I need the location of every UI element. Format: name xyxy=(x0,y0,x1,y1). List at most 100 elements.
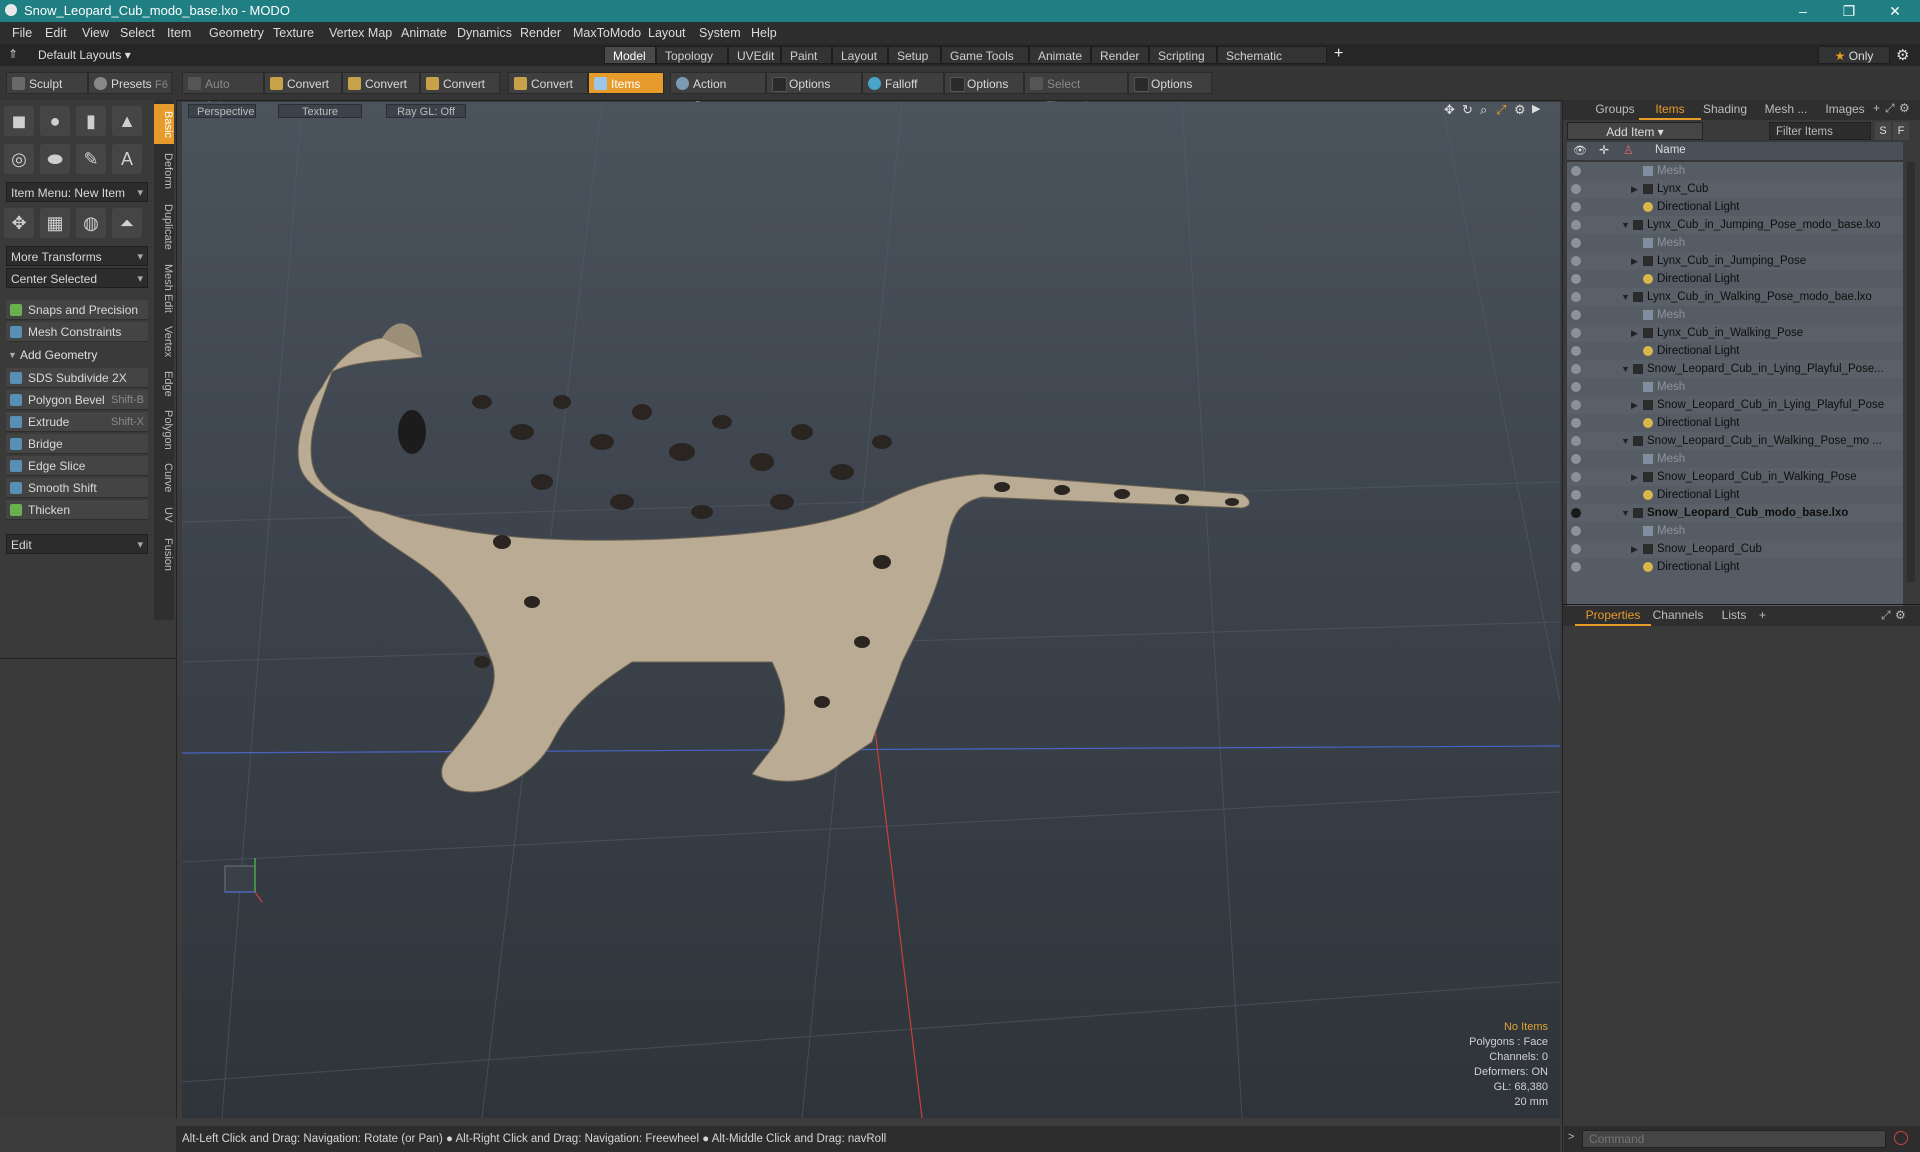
edit-dropdown[interactable]: Edit xyxy=(6,534,148,555)
perspective-icon[interactable]: ⏶ xyxy=(112,208,142,238)
item-row[interactable]: Mesh xyxy=(1567,450,1903,468)
item-row[interactable]: ▼ Lynx_Cub_in_Jumping_Pose_modo_base.lxo xyxy=(1567,216,1903,234)
tab-topology[interactable]: Topology xyxy=(656,46,728,64)
visibility-eye-icon[interactable] xyxy=(1571,526,1581,536)
visibility-eye-icon[interactable] xyxy=(1571,562,1581,572)
name-column-header[interactable]: Name xyxy=(1655,144,1686,156)
expand-icon[interactable]: ▶ xyxy=(1532,102,1540,115)
item-row[interactable]: Mesh xyxy=(1567,522,1903,540)
fit-icon[interactable]: ⤢ xyxy=(1496,102,1506,118)
item-row[interactable]: ▼ Snow_Leopard_Cub_modo_base.lxo xyxy=(1567,504,1903,522)
vtab-edge[interactable]: Edge xyxy=(154,366,174,402)
add-tab-button[interactable]: + xyxy=(1334,45,1343,63)
maximize-panel-icon[interactable]: ⤢ xyxy=(1885,101,1895,116)
pan-icon[interactable]: ✥ xyxy=(1444,102,1455,118)
menu-select[interactable]: Select xyxy=(120,26,155,40)
add-properties-tab[interactable]: + xyxy=(1759,608,1766,622)
filter-s-button[interactable]: S xyxy=(1875,122,1891,140)
viewport-gear-icon[interactable]: ⚙ xyxy=(1514,102,1526,118)
maximize-button[interactable]: ❐ xyxy=(1826,0,1872,22)
visibility-eye-icon[interactable] xyxy=(1571,490,1581,500)
item-row[interactable]: Mesh xyxy=(1567,162,1903,180)
action-center-button[interactable]: Action Center xyxy=(670,72,766,113)
select-through-button[interactable]: Select Through xyxy=(1024,72,1128,113)
item-row[interactable]: ▶ Snow_Leopard_Cub xyxy=(1567,540,1903,558)
item-row[interactable]: ▶ Snow_Leopard_Cub_in_Walking_Pose xyxy=(1567,468,1903,486)
convert-vertex-button[interactable]: Convert xyxy=(264,72,342,94)
convert-polygon-button[interactable]: Convert xyxy=(420,72,500,94)
close-button[interactable]: ✕ xyxy=(1872,0,1918,22)
menu-geometry[interactable]: Geometry xyxy=(209,26,264,40)
tab-render[interactable]: Render xyxy=(1091,46,1149,64)
tab-scripting[interactable]: Scripting xyxy=(1149,46,1217,64)
vtab-polygon[interactable]: Polygon xyxy=(154,404,174,456)
cube-icon[interactable]: ◼ xyxy=(4,106,34,136)
convert-material-button[interactable]: Convert xyxy=(508,72,588,94)
auto-select-button[interactable]: Auto Select xyxy=(182,72,264,113)
tab-images[interactable]: Images xyxy=(1809,100,1881,118)
menu-help[interactable]: Help xyxy=(751,26,777,40)
minimize-button[interactable]: – xyxy=(1780,0,1826,22)
cylinder-icon[interactable]: ▮ xyxy=(76,106,106,136)
tab-animate[interactable]: Animate xyxy=(1029,46,1091,64)
item-menu-dropdown[interactable]: Item Menu: New Item xyxy=(6,182,148,203)
tab-model[interactable]: Model xyxy=(604,46,656,64)
maximize-panel-icon[interactable]: ⤢ xyxy=(1881,608,1891,623)
sculpt-button[interactable]: Sculpt xyxy=(6,72,88,94)
vtab-basic[interactable]: Basic xyxy=(154,104,174,144)
menu-vertex-map[interactable]: Vertex Map xyxy=(329,26,392,40)
item-row[interactable]: Mesh xyxy=(1567,306,1903,324)
visibility-eye-icon[interactable] xyxy=(1571,274,1581,284)
text-icon[interactable]: A xyxy=(112,144,142,174)
add-item-dropdown[interactable]: Add Item ▾ xyxy=(1567,122,1703,140)
globe-icon[interactable]: ◍ xyxy=(76,208,106,238)
item-row[interactable]: Directional Light xyxy=(1567,414,1903,432)
visibility-eye-icon[interactable] xyxy=(1571,292,1581,302)
item-row[interactable]: ▼ Lynx_Cub_in_Walking_Pose_modo_bae.lxo xyxy=(1567,288,1903,306)
collapse-arrow-icon[interactable]: ▼ xyxy=(1621,504,1630,522)
tool-bridge[interactable]: Bridge xyxy=(6,434,148,454)
transform-icon[interactable]: ✥ xyxy=(4,208,34,238)
visibility-eye-icon[interactable] xyxy=(1571,472,1581,482)
item-row[interactable]: Directional Light xyxy=(1567,342,1903,360)
expand-arrow-icon[interactable]: ▶ xyxy=(1631,396,1638,414)
visibility-eye-icon[interactable] xyxy=(1571,328,1581,338)
menu-item[interactable]: Item xyxy=(167,26,191,40)
item-list[interactable]: Mesh ▶ Lynx_Cub Directional Light ▼ Lynx_Cub_… xyxy=(1567,162,1903,614)
menu-texture[interactable]: Texture xyxy=(273,26,314,40)
vtab-fusion[interactable]: Fusion xyxy=(154,532,174,578)
item-row[interactable]: ▼ Snow_Leopard_Cub_in_Lying_Playful_Pose.… xyxy=(1567,360,1903,378)
menu-animate[interactable]: Animate xyxy=(401,26,447,40)
item-list-scrollbar[interactable] xyxy=(1907,162,1915,582)
menu-system[interactable]: System xyxy=(699,26,741,40)
items-mode-button[interactable]: Items xyxy=(588,72,664,94)
item-row[interactable]: Directional Light xyxy=(1567,486,1903,504)
options-button-2[interactable]: Options xyxy=(944,72,1024,94)
tool-extrude[interactable]: Extrude Shift-X xyxy=(6,412,148,432)
more-transforms-dropdown[interactable]: More Transforms xyxy=(6,246,148,267)
vtab-uv[interactable]: UV xyxy=(154,500,174,530)
collapse-arrow-icon[interactable]: ▼ xyxy=(1621,360,1630,378)
options-button-1[interactable]: Options xyxy=(766,72,862,94)
item-row[interactable]: ▶ Lynx_Cub xyxy=(1567,180,1903,198)
tab-uvedit[interactable]: UVEdit xyxy=(728,46,781,64)
render-col-icon[interactable]: ♙ xyxy=(1623,143,1634,157)
torus-icon[interactable]: ◎ xyxy=(4,144,34,174)
filter-f-button[interactable]: F xyxy=(1893,122,1909,140)
visibility-eye-icon[interactable] xyxy=(1571,508,1581,518)
cone-icon[interactable]: ▲ xyxy=(112,106,142,136)
layout-up-icon[interactable]: ⇑ xyxy=(8,47,18,61)
expand-arrow-icon[interactable]: ▶ xyxy=(1631,180,1638,198)
menu-layout[interactable]: Layout xyxy=(648,26,686,40)
tool-polygon-bevel[interactable]: Polygon Bevel Shift-B xyxy=(6,390,148,410)
add-tab-icon[interactable]: + xyxy=(1873,101,1880,115)
visibility-eye-icon[interactable] xyxy=(1571,400,1581,410)
filter-items-input[interactable]: Filter Items xyxy=(1769,122,1871,140)
rotate-icon[interactable]: ↻ xyxy=(1462,102,1473,118)
collapse-arrow-icon[interactable]: ▼ xyxy=(1621,216,1630,234)
item-row[interactable]: Directional Light xyxy=(1567,558,1903,576)
options-button-3[interactable]: Options xyxy=(1128,72,1212,94)
raygl-toggle[interactable]: Ray GL: Off xyxy=(386,104,466,118)
visibility-eye-icon[interactable] xyxy=(1571,454,1581,464)
expand-arrow-icon[interactable]: ▶ xyxy=(1631,252,1638,270)
